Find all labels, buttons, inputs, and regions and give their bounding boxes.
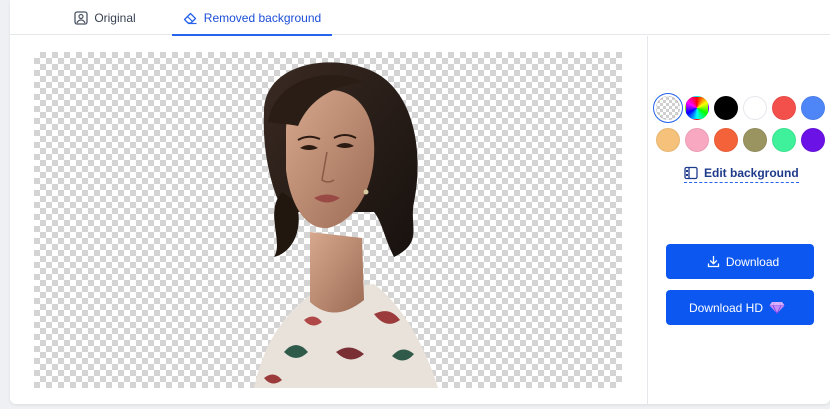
download-icon — [707, 255, 719, 268]
swatch-mint[interactable] — [772, 128, 796, 152]
swatch-orange[interactable] — [714, 128, 738, 152]
tab-original[interactable]: Original — [50, 0, 160, 35]
edit-background-label: Edit background — [704, 166, 799, 180]
tab-removed-background[interactable]: Removed background — [172, 0, 332, 36]
diamond-icon — [769, 301, 785, 314]
view-tabs: Original Removed background — [10, 0, 830, 36]
download-label: Download — [725, 254, 780, 269]
swatch-color-picker[interactable] — [685, 96, 709, 120]
swatch-black[interactable] — [714, 96, 738, 120]
transparent-canvas — [34, 52, 622, 388]
swatch-pink[interactable] — [685, 128, 709, 152]
swatch-olive[interactable] — [743, 128, 767, 152]
swatch-transparent[interactable] — [656, 96, 680, 120]
background-swatches — [656, 96, 830, 152]
download-hd-button[interactable]: Download HD — [666, 290, 814, 325]
download-button[interactable]: Download — [666, 244, 814, 279]
swatch-red[interactable] — [772, 96, 796, 120]
swatch-peach[interactable] — [656, 128, 680, 152]
cutout-portrait — [254, 62, 438, 388]
preview-area — [10, 36, 648, 404]
portrait-icon — [74, 10, 88, 25]
swatch-purple[interactable] — [801, 128, 825, 152]
side-panel: Edit background Download Download HD — [648, 36, 830, 404]
edit-background-icon — [684, 166, 698, 180]
swatch-blue[interactable] — [801, 96, 825, 120]
download-hd-label: Download HD — [688, 300, 764, 315]
editor-card: Original Removed background Edit backgro… — [10, 0, 830, 404]
swatch-white[interactable] — [743, 96, 767, 120]
tab-removed-label: Removed background — [203, 10, 322, 25]
tab-original-label: Original — [94, 10, 136, 25]
edit-background-link[interactable]: Edit background — [684, 166, 799, 183]
eraser-icon — [183, 12, 197, 24]
